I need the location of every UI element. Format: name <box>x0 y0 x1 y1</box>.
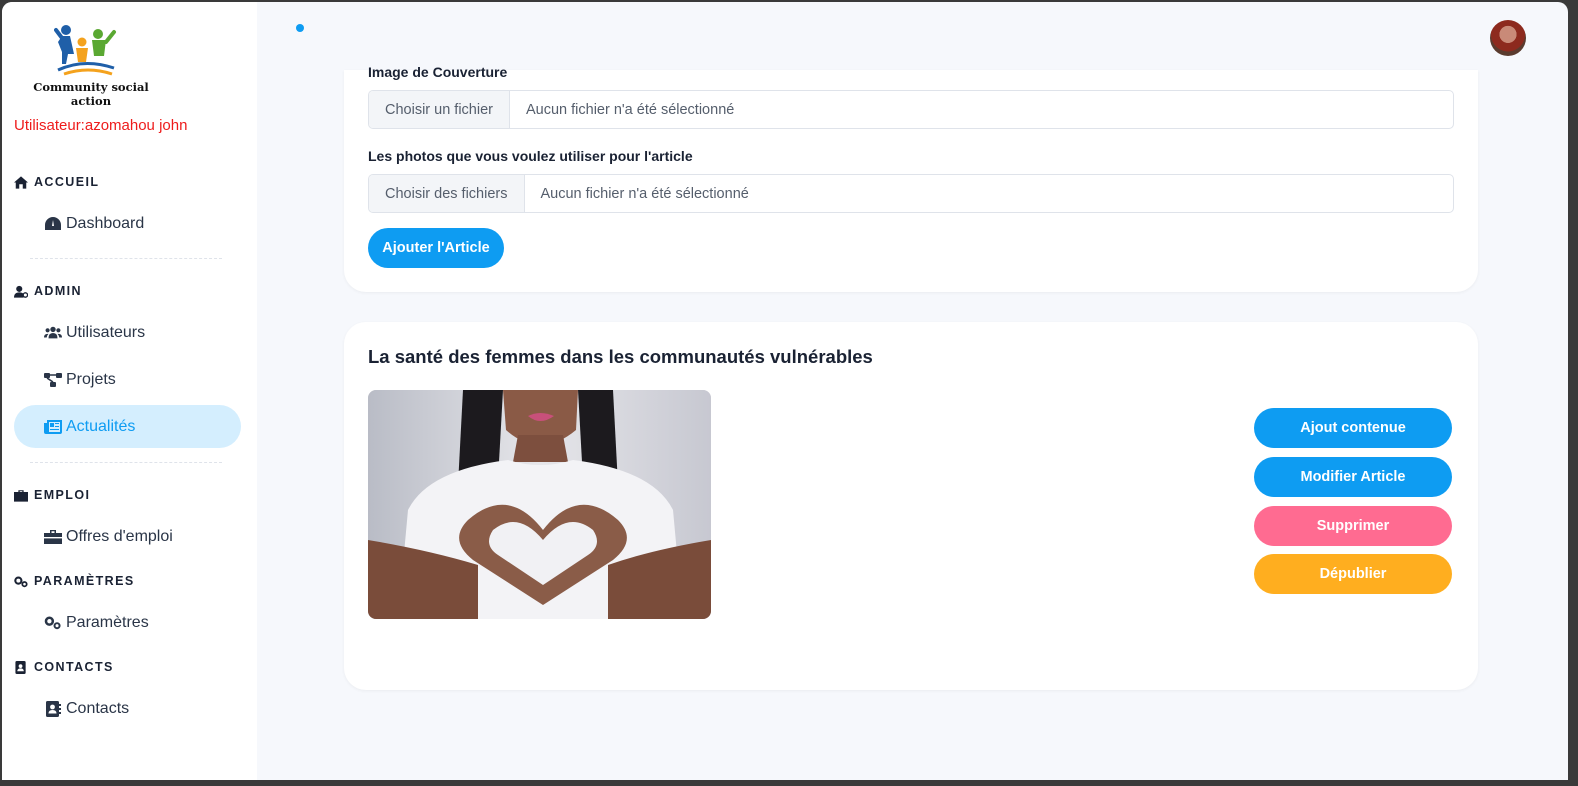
section-title: EMPLOI <box>34 488 91 502</box>
avatar[interactable] <box>1490 20 1526 56</box>
article-form-card: Image de Couverture Choisir un fichier A… <box>344 64 1478 292</box>
briefcase-icon <box>44 529 62 544</box>
unpublish-button[interactable]: Dépublier <box>1254 554 1452 594</box>
sidebar-item-label: Actualités <box>66 417 136 435</box>
sidebar-item-contacts[interactable]: Contacts <box>14 687 241 730</box>
photos-label: Les photos que vous voulez utiliser pour… <box>368 148 693 164</box>
file-status: Aucun fichier n'a été sélectionné <box>526 101 735 118</box>
sidebar-item-label: Contacts <box>66 699 130 717</box>
divider <box>30 258 222 259</box>
logo[interactable]: Community social action <box>16 24 166 108</box>
sidebar: Community social action Utilisateur:azom… <box>2 2 257 780</box>
sidebar-item-offres-emploi[interactable]: Offres d'emploi <box>14 515 241 558</box>
sidebar-item-label: Projets <box>66 370 116 388</box>
dashboard-icon <box>45 216 61 230</box>
add-content-button[interactable]: Ajout contenue <box>1254 408 1452 448</box>
logo-icon <box>54 25 116 76</box>
home-icon <box>14 175 28 189</box>
sidebar-item-projets[interactable]: Projets <box>14 358 241 401</box>
cogs-icon <box>14 576 28 587</box>
photos-file-input[interactable]: Choisir des fichiers Aucun fichier n'a é… <box>368 174 1454 213</box>
sidebar-item-label: Dashboard <box>66 214 145 232</box>
article-cover-image <box>368 390 711 619</box>
users-icon <box>44 326 62 338</box>
sidebar-item-label: Offres d'emploi <box>66 527 173 545</box>
briefcase-icon <box>14 489 28 502</box>
section-accueil: ACCUEIL <box>14 175 99 189</box>
section-admin: ADMIN <box>14 284 82 298</box>
edit-article-button[interactable]: Modifier Article <box>1254 457 1452 497</box>
cover-file-input[interactable]: Choisir un fichier Aucun fichier n'a été… <box>368 90 1454 129</box>
choose-files-button[interactable]: Choisir des fichiers <box>369 175 525 212</box>
sidebar-item-actualites[interactable]: Actualités <box>14 405 241 448</box>
section-title: PARAMÈTRES <box>34 574 135 588</box>
choose-file-button[interactable]: Choisir un fichier <box>369 91 510 128</box>
delete-button[interactable]: Supprimer <box>1254 506 1452 546</box>
user-cog-icon <box>14 285 28 298</box>
current-user-label: Utilisateur:azomahou john <box>14 117 188 134</box>
app-window: Community social action Utilisateur:azom… <box>2 2 1568 780</box>
sidebar-item-label: Utilisateurs <box>66 323 146 341</box>
project-diagram-icon <box>44 372 62 387</box>
logo-text: Community social action <box>33 80 149 108</box>
divider <box>30 462 222 463</box>
sidebar-item-label: Paramètres <box>66 613 149 631</box>
cogs-icon <box>44 616 61 629</box>
cover-image-label: Image de Couverture <box>368 64 508 80</box>
menu-toggle-dot[interactable] <box>296 24 304 32</box>
section-title: CONTACTS <box>34 660 114 674</box>
sidebar-item-parametres[interactable]: Paramètres <box>14 601 241 644</box>
section-emploi: EMPLOI <box>14 488 90 502</box>
newspaper-icon <box>44 419 62 434</box>
add-article-button[interactable]: Ajouter l'Article <box>368 228 504 268</box>
sidebar-item-utilisateurs[interactable]: Utilisateurs <box>14 311 241 354</box>
sidebar-item-dashboard[interactable]: Dashboard <box>14 202 241 245</box>
address-book-icon <box>15 660 26 674</box>
section-contacts: CONTACTS <box>14 660 114 674</box>
heart-hands-photo <box>368 390 711 619</box>
address-book-icon <box>46 700 61 717</box>
section-title: ADMIN <box>34 284 82 298</box>
section-parametres: PARAMÈTRES <box>14 574 135 588</box>
article-title: La santé des femmes dans les communautés… <box>368 346 873 367</box>
files-status: Aucun fichier n'a été sélectionné <box>540 185 749 202</box>
section-title: ACCUEIL <box>34 175 100 189</box>
article-card: La santé des femmes dans les communautés… <box>344 322 1478 690</box>
